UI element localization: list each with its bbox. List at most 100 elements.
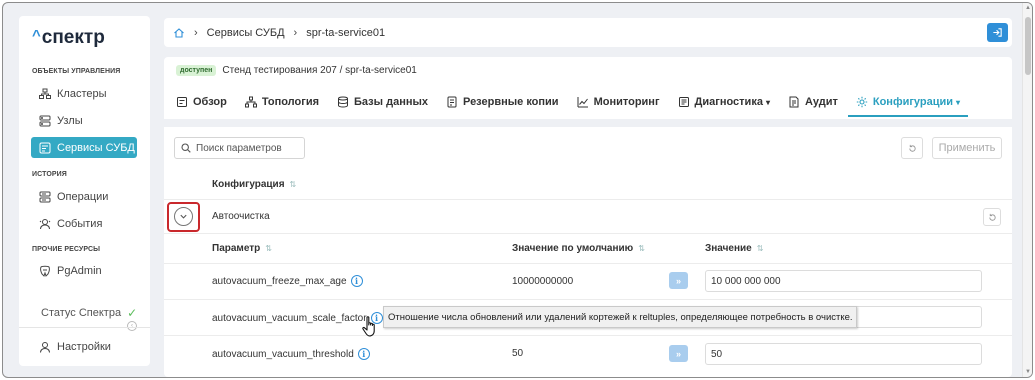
param-default: 50 [512, 348, 524, 359]
breadcrumb: › Сервисы СУБД › spr-ta-service01 [164, 18, 1012, 47]
sidebar-item-label: PgAdmin [57, 264, 102, 277]
divider [164, 299, 1012, 300]
info-icon[interactable]: i [350, 275, 363, 287]
sidebar-item-events[interactable]: События [31, 213, 137, 234]
logo[interactable]: ^спектр [32, 27, 105, 49]
tab-overview[interactable]: Обзор [176, 91, 227, 117]
section-other-heading: ПРОЧИЕ РЕСУРСЫ [32, 246, 101, 253]
topology-icon [244, 96, 257, 108]
sidebar-item-label: Сервисы СУБД [57, 141, 135, 154]
section-history-heading: ИСТОРИЯ [32, 171, 67, 178]
copy-default-button[interactable]: » [669, 345, 688, 362]
reset-group-button[interactable] [983, 208, 1001, 226]
sidebar-item-pgadmin[interactable]: PgAdmin [31, 260, 137, 281]
reset-icon [988, 213, 996, 221]
scrollbar-thumb[interactable] [1025, 17, 1031, 75]
group-row-autovacuum[interactable] [164, 199, 1012, 233]
param-value-input[interactable]: 50 [705, 343, 982, 365]
table-row: autovacuum_vacuum_scale_factor i [212, 312, 383, 324]
param-default: 10000000000 [512, 276, 574, 287]
sidebar-item-dbms-services[interactable]: Сервисы СУБД [31, 137, 137, 158]
sidebar-item-label: Операции [57, 190, 109, 203]
table-row: autovacuum_freeze_max_age i [212, 275, 363, 287]
breadcrumb-item-current: spr-ta-service01 [306, 26, 386, 39]
sidebar-item-label: Кластеры [57, 87, 107, 100]
scrollbar[interactable]: ▲ ▼ [1022, 3, 1032, 377]
reset-all-button[interactable] [901, 137, 923, 159]
search-icon [181, 143, 191, 153]
chevron-right-icon: › [293, 26, 298, 39]
apply-button[interactable]: Применить [932, 137, 1002, 159]
divider [164, 119, 1012, 127]
document-icon [177, 97, 187, 107]
logout-button[interactable] [987, 23, 1008, 42]
sidebar-item-label: Узлы [57, 114, 83, 127]
expand-group-button[interactable] [174, 207, 193, 226]
audit-icon [789, 96, 799, 108]
chart-icon [577, 97, 588, 108]
tab-monitoring[interactable]: Мониторинг [577, 91, 660, 117]
tab-topology[interactable]: Топология [244, 91, 319, 117]
column-header-param[interactable]: Параметр ⇅ [212, 243, 272, 254]
page-title: доступен Стенд тестирования 207 / spr-ta… [176, 65, 417, 76]
param-value-input[interactable]: 10 000 000 000 [705, 270, 982, 292]
search-field[interactable] [174, 137, 305, 159]
hand-cursor-icon [362, 316, 375, 337]
scroll-up-icon[interactable]: ▲ [1024, 5, 1032, 11]
server-icon [39, 115, 51, 126]
sidebar: ^спектр ОБЪЕКТЫ УПРАВЛЕНИЯ Кластеры Узлы… [19, 16, 150, 366]
tab-backups[interactable]: Резервные копии [446, 91, 559, 117]
group-label: Автоочистка [212, 211, 270, 222]
reset-icon [908, 144, 916, 152]
sidebar-item-settings[interactable]: Настройки [31, 336, 137, 357]
param-name: autovacuum_vacuum_threshold [212, 348, 354, 360]
sidebar-item-nodes[interactable]: Узлы [31, 110, 137, 131]
main-panel: доступен Стенд тестирования 207 / spr-ta… [164, 57, 1012, 377]
search-input[interactable] [196, 142, 296, 154]
tab-databases[interactable]: Базы данных [337, 91, 428, 117]
copy-default-button[interactable]: » [669, 272, 688, 289]
divider [19, 327, 150, 328]
operations-icon [39, 191, 51, 202]
divider [164, 263, 1012, 264]
chevron-down-icon: ▾ [956, 97, 961, 107]
param-name: autovacuum_freeze_max_age [212, 275, 347, 287]
chevron-down-icon [180, 214, 187, 219]
app-window: ^спектр ОБЪЕКТЫ УПРАВЛЕНИЯ Кластеры Узлы… [2, 2, 1033, 378]
sidebar-item-operations[interactable]: Операции [31, 186, 137, 207]
chevron-down-icon: ▾ [765, 97, 770, 107]
breadcrumb-item-dbms-services[interactable]: Сервисы СУБД [207, 27, 285, 39]
sidebar-item-label: События [57, 217, 103, 230]
database-service-icon [39, 142, 51, 153]
param-name: autovacuum_vacuum_scale_factor [212, 312, 367, 324]
tooltip: Отношение числа обновлений или удалений … [383, 306, 857, 328]
sort-icon: ⇅ [756, 244, 764, 253]
backup-icon [447, 96, 457, 108]
pgadmin-icon [40, 265, 50, 277]
clusters-icon [39, 88, 51, 99]
chevron-right-icon: › [194, 26, 198, 39]
logout-icon [993, 28, 1002, 37]
column-header-default[interactable]: Значение по умолчанию ⇅ [512, 243, 645, 254]
tab-config[interactable]: Конфигурации ▾ [847, 91, 969, 117]
info-icon[interactable]: i [357, 348, 370, 360]
divider [164, 233, 1012, 234]
sort-icon: ⇅ [638, 244, 645, 253]
column-header-config[interactable]: Конфигурация ⇅ [212, 179, 296, 190]
sidebar-item-label: Настройки [57, 340, 111, 353]
column-header-value[interactable]: Значение ⇅ [705, 243, 763, 254]
table-row: autovacuum_vacuum_threshold i [212, 348, 370, 360]
section-management-heading: ОБЪЕКТЫ УПРАВЛЕНИЯ [32, 68, 121, 75]
sidebar-item-clusters[interactable]: Кластеры [31, 83, 137, 104]
tab-audit[interactable]: Аудит [788, 91, 838, 117]
collapse-sidebar-icon[interactable]: ‹ [127, 321, 137, 331]
sort-icon: ⇅ [289, 180, 297, 189]
status-badge: доступен [176, 65, 217, 76]
home-icon[interactable] [173, 27, 185, 39]
scroll-down-icon[interactable]: ▼ [1024, 369, 1032, 375]
tab-bar: Обзор Топология Базы данных Резервные ко… [176, 91, 986, 117]
spectr-status[interactable]: Статус Спектра ✓ [41, 306, 137, 320]
sort-icon: ⇅ [265, 244, 272, 253]
divider [164, 335, 1012, 336]
tab-diagnostics[interactable]: Диагностика ▾ [678, 91, 770, 117]
